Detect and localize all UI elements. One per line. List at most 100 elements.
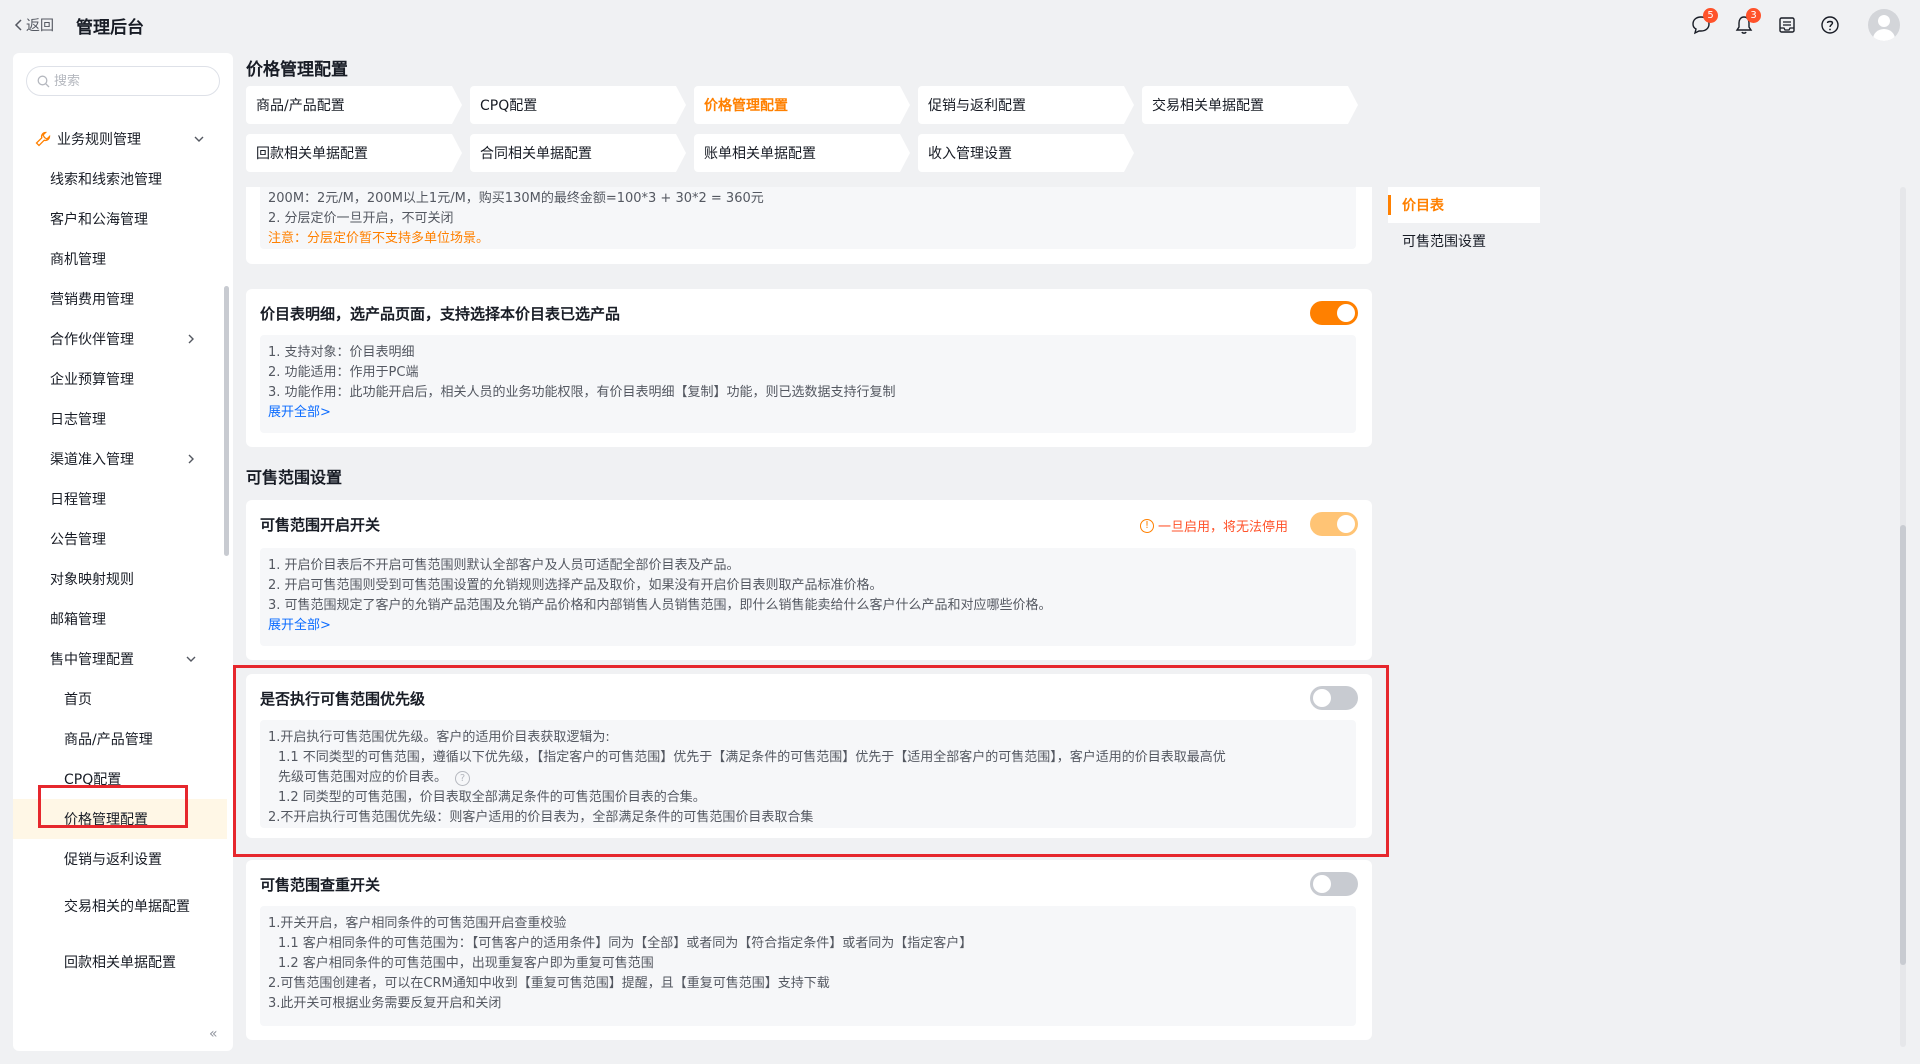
expand-all-link[interactable]: 展开全部> <box>268 403 1348 423</box>
top-icons: 5 3 <box>1688 8 1900 41</box>
tab-revenue-settings[interactable]: 收入管理设置 <box>918 134 1134 172</box>
sidebar-subitem-promotions[interactable]: 促销与返利设置 <box>13 839 227 879</box>
tab-bill-docs[interactable]: 账单相关单据配置 <box>694 134 910 172</box>
sidebar-item-schedule[interactable]: 日程管理 <box>13 479 227 519</box>
card-title: 价目表明细，选产品页面，支持选择本价目表已选产品 <box>260 305 621 323</box>
sidebar-scrollbar[interactable] <box>224 286 229 556</box>
range-switch-desc: 1. 开启价目表后不开启可售范围则默认全部客户及人员可适配全部价目表及产品。 2… <box>260 548 1356 646</box>
back-button[interactable]: 返回 <box>14 15 54 35</box>
sidebar-menu: 业务规则管理 线索和线索池管理 客户和公海管理 商机管理 营销费用管理 合作伙伴… <box>13 119 227 991</box>
sidebar-item-label: 客户和公海管理 <box>50 212 148 228</box>
sidebar-item-label: 营销费用管理 <box>50 292 134 308</box>
tab-payment-docs[interactable]: 回款相关单据配置 <box>246 134 462 172</box>
tab-contract-docs[interactable]: 合同相关单据配置 <box>470 134 686 172</box>
message-icon[interactable]: 5 <box>1688 8 1718 38</box>
sidebar-item-label: 日程管理 <box>50 492 106 508</box>
sidebar-item-logs[interactable]: 日志管理 <box>13 399 227 439</box>
card-tiered-pricing: 200M：2元/M，200M以上1元/M，购买130M的最终金额=100*3 +… <box>246 187 1372 264</box>
desc-line: 1.2 客户相同条件的可售范围中，出现重复客户即为重复可售范围 <box>278 956 654 971</box>
message-badge: 5 <box>1703 8 1718 23</box>
sidebar-item-label: 商机管理 <box>50 252 106 268</box>
sidebar-subitem-transactions[interactable]: 交易相关的单据配置 <box>13 879 227 935</box>
sidebar-item-label: 公告管理 <box>50 532 106 548</box>
tab-transaction-docs[interactable]: 交易相关单据配置 <box>1142 86 1358 124</box>
sidebar-item-partners[interactable]: 合作伙伴管理 <box>13 319 227 359</box>
search-box[interactable] <box>26 66 220 96</box>
desc-line: 1.开关开启，客户相同条件的可售范围开启查重校验 <box>268 916 567 931</box>
page-title: 价格管理配置 <box>246 60 348 80</box>
sidebar-item-channel[interactable]: 渠道准入管理 <box>13 439 227 479</box>
desc-line: 1. 支持对象：价目表明细 <box>268 345 415 360</box>
expand-all-link[interactable]: 展开全部> <box>268 616 1348 636</box>
chevron-down-icon <box>194 136 204 142</box>
sidebar-group-business-rules[interactable]: 业务规则管理 <box>13 119 227 159</box>
sidebar-item-label: 渠道准入管理 <box>50 452 134 468</box>
sidebar-item-label: 商品/产品管理 <box>64 732 153 748</box>
sidebar: 业务规则管理 线索和线索池管理 客户和公海管理 商机管理 营销费用管理 合作伙伴… <box>13 53 233 1051</box>
collapse-sidebar-button[interactable]: « <box>209 1026 218 1042</box>
sidebar-item-budget[interactable]: 企业预算管理 <box>13 359 227 399</box>
tab-cpq-config[interactable]: CPQ配置 <box>470 86 686 124</box>
tab-pricing-config[interactable]: 价格管理配置 <box>694 86 910 124</box>
sidebar-subitem-payments[interactable]: 回款相关单据配置 <box>13 935 227 991</box>
avatar[interactable] <box>1868 9 1900 41</box>
sidebar-item-label: 企业预算管理 <box>50 372 134 388</box>
range-switch-toggle[interactable] <box>1310 512 1358 536</box>
sidebar-item-label: 回款相关单据配置 <box>64 955 176 971</box>
sidebar-subitem-home[interactable]: 首页 <box>13 679 227 719</box>
tab-product-config[interactable]: 商品/产品配置 <box>246 86 462 124</box>
anchor-nav: 价目表 可售范围设置 <box>1388 187 1540 259</box>
sidebar-item-mailbox[interactable]: 邮箱管理 <box>13 599 227 639</box>
desc-line: 2. 开启可售范围则受到可售范围设置的允销规则选择产品及取价，如果没有开启价目表… <box>268 578 883 593</box>
inbox-icon[interactable] <box>1774 12 1800 38</box>
sidebar-item-object-mapping[interactable]: 对象映射规则 <box>13 559 227 599</box>
chevron-down-icon <box>186 656 196 662</box>
search-input[interactable] <box>54 73 204 89</box>
section-title: 可售范围设置 <box>246 468 343 487</box>
pricebook-detail-desc: 1. 支持对象：价目表明细 2. 功能适用：作用于PC端 3. 功能作用：此功能… <box>260 335 1356 433</box>
sidebar-item-leads[interactable]: 线索和线索池管理 <box>13 159 227 199</box>
sidebar-item-label: 对象映射规则 <box>50 572 134 588</box>
warning-icon: ! <box>1139 518 1154 533</box>
desc-line: 2. 功能适用：作用于PC端 <box>268 365 419 380</box>
sidebar-item-label: 交易相关的单据配置 <box>64 899 190 915</box>
desc-line: 3. 功能作用：此功能开启后，相关人员的业务功能权限，有价目表明细【复制】功能，… <box>268 385 896 400</box>
desc-line: 2. 分层定价一旦开启，不可关闭 <box>268 211 454 226</box>
sidebar-item-label: 促销与返利设置 <box>64 852 162 868</box>
anchor-pricebook[interactable]: 价目表 <box>1388 187 1540 223</box>
sidebar-item-label: 首页 <box>64 692 92 708</box>
sidebar-subitem-products[interactable]: 商品/产品管理 <box>13 719 227 759</box>
warning-text: 一旦启用，将无法停用 <box>1157 520 1288 535</box>
sidebar-item-sales-config[interactable]: 售中管理配置 <box>13 639 227 679</box>
bell-icon[interactable]: 3 <box>1731 8 1761 38</box>
card-range-switch: 可售范围开启开关 ! 一旦启用，将无法停用 1. 开启价目表后不开启可售范围则默… <box>246 500 1372 660</box>
range-dup-toggle[interactable] <box>1310 872 1358 896</box>
card-title: 可售范围开启开关 <box>260 516 381 534</box>
chevron-right-icon <box>188 454 194 464</box>
highlight-box-sidebar <box>38 785 188 828</box>
desc-note: 注意：分层定价暂不支持多单位场景。 <box>268 231 490 246</box>
range-switch-warning: ! 一旦启用，将无法停用 <box>1139 516 1288 535</box>
range-dup-desc: 1.开关开启，客户相同条件的可售范围开启查重校验 1.1 客户相同条件的可售范围… <box>260 906 1356 1026</box>
pricebook-detail-toggle[interactable] <box>1310 301 1358 325</box>
main-scrollbar[interactable] <box>1900 525 1906 965</box>
sidebar-item-marketing-cost[interactable]: 营销费用管理 <box>13 279 227 319</box>
desc-line: 1. 开启价目表后不开启可售范围则默认全部客户及人员可适配全部价目表及产品。 <box>268 558 740 573</box>
tab-promotion-config[interactable]: 促销与返利配置 <box>918 86 1134 124</box>
main-content: 200M：2元/M，200M以上1元/M，购买130M的最终金额=100*3 +… <box>246 187 1376 1051</box>
card-pricebook-detail: 价目表明细，选产品页面，支持选择本价目表已选产品 1. 支持对象：价目表明细 2… <box>246 289 1372 447</box>
sidebar-item-label: 线索和线索池管理 <box>50 172 162 188</box>
sidebar-item-label: 日志管理 <box>50 412 106 428</box>
anchor-sales-range[interactable]: 可售范围设置 <box>1388 223 1540 259</box>
sidebar-item-announcements[interactable]: 公告管理 <box>13 519 227 559</box>
chevron-right-icon <box>188 334 194 344</box>
help-icon[interactable] <box>1817 12 1843 38</box>
desc-line: 200M：2元/M，200M以上1元/M，购买130M的最终金额=100*3 +… <box>268 191 764 206</box>
top-bar: 返回 管理后台 5 3 <box>0 0 1920 50</box>
sidebar-group-label: 业务规则管理 <box>57 132 141 148</box>
wrench-icon <box>35 131 51 147</box>
sidebar-item-customers[interactable]: 客户和公海管理 <box>13 199 227 239</box>
desc-line: 3.此开关可根据业务需要反复开启和关闭 <box>268 996 502 1011</box>
sidebar-item-opportunities[interactable]: 商机管理 <box>13 239 227 279</box>
desc-line: 2.可售范围创建者，可以在CRM通知中收到【重复可售范围】提醒，且【重复可售范围… <box>268 976 830 991</box>
